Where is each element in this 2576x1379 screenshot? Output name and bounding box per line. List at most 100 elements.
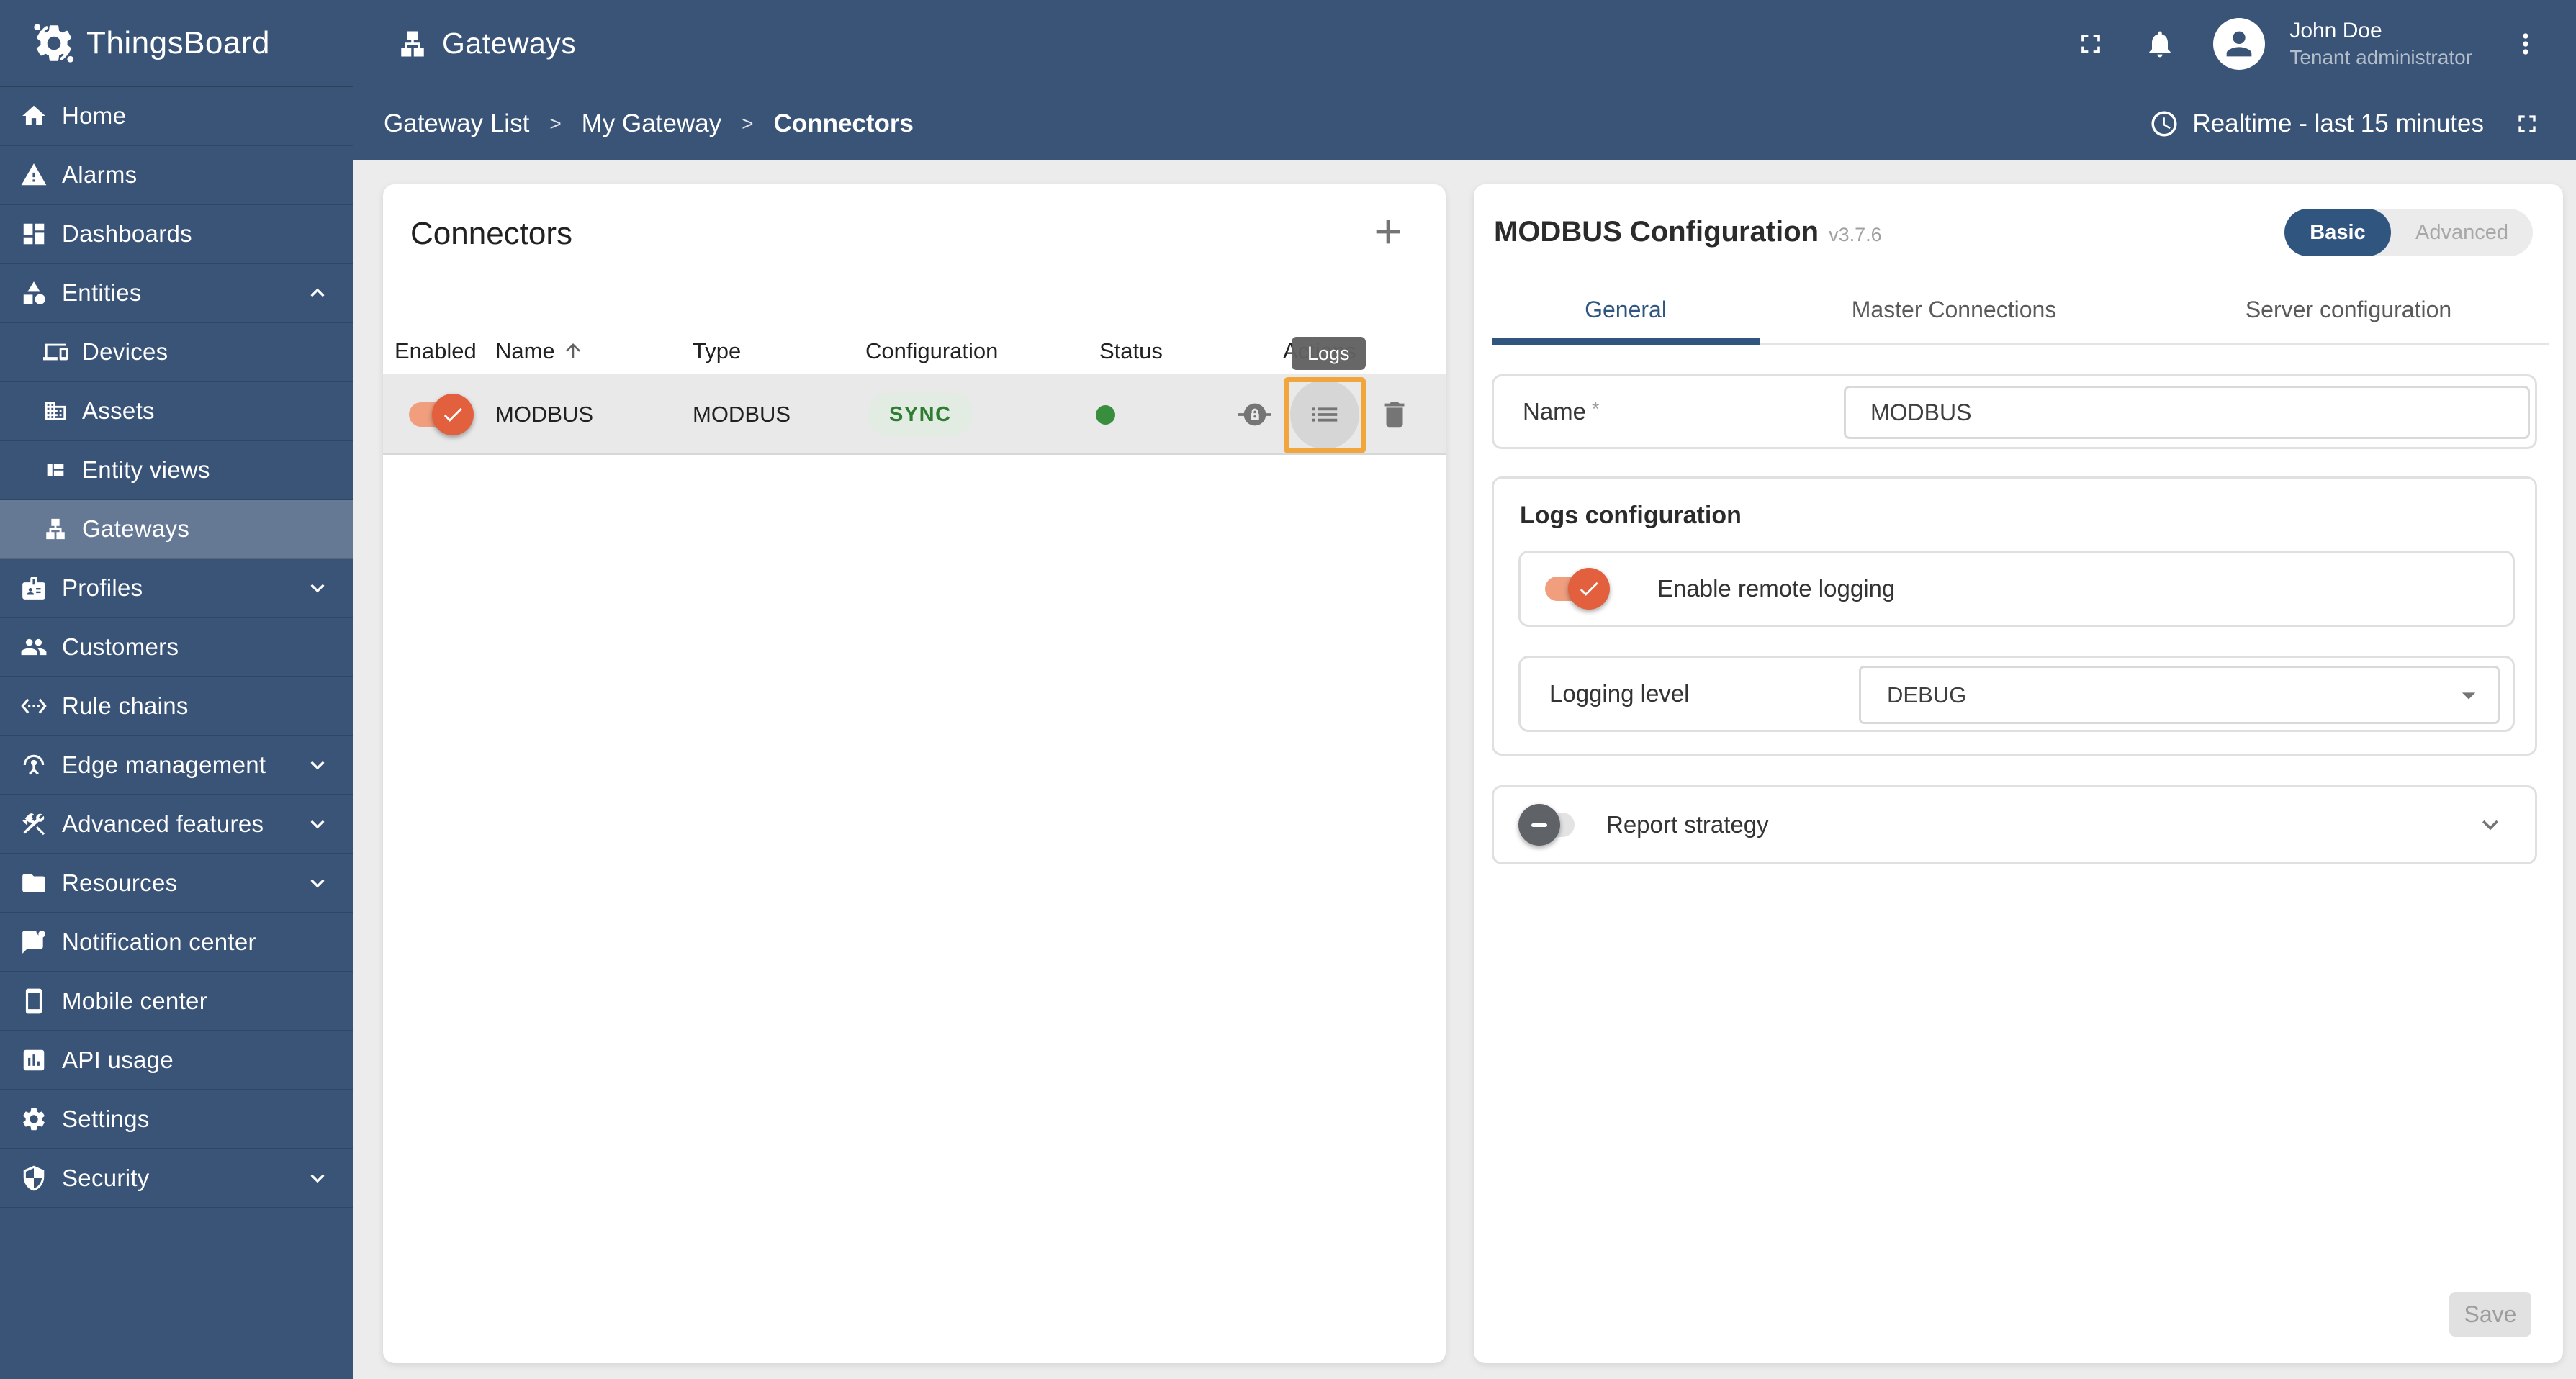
sidebar-item-customers[interactable]: Customers [0, 618, 353, 677]
notification-center-icon [20, 928, 48, 956]
rule-chains-icon [20, 692, 48, 720]
config-tabs: General Master Connections Server config… [1492, 276, 2549, 345]
tab-general[interactable]: General [1492, 276, 1760, 345]
breadcrumb: Gateway List > My Gateway > Connectors [384, 109, 914, 138]
trash-icon [1384, 402, 1405, 428]
save-button[interactable]: Save [2449, 1292, 2531, 1337]
timewindow-button[interactable]: Realtime - last 15 minutes [2149, 109, 2541, 139]
advanced-mode-button[interactable]: Advanced [2391, 209, 2533, 256]
timewindow-label: Realtime - last 15 minutes [2192, 109, 2484, 137]
logging-level-box: Logging level DEBUG [1518, 656, 2515, 732]
connectors-panel: Connectors Enabled Name Type Configurati… [383, 184, 1446, 1363]
sidebar-item-devices[interactable]: Devices [0, 323, 353, 382]
entities-icon [20, 279, 48, 307]
sidebar-item-security[interactable]: Security [0, 1149, 353, 1208]
sidebar-item-advanced-features[interactable]: Advanced features [0, 795, 353, 854]
page-title: Gateways [397, 27, 576, 60]
sidebar-item-entities[interactable]: Entities [0, 264, 353, 323]
chevron-up-icon [304, 279, 331, 307]
add-connector-button[interactable] [1368, 212, 1408, 252]
sidebar-item-settings[interactable]: Settings [0, 1090, 353, 1149]
remote-logging-toggle[interactable] [1545, 568, 1610, 610]
check-icon [432, 394, 474, 435]
more-vert-icon[interactable] [2510, 28, 2541, 60]
sidebar-item-mobile-center[interactable]: Mobile center [0, 972, 353, 1031]
connectors-title: Connectors [410, 216, 573, 251]
logs-configuration-title: Logs configuration [1520, 502, 1742, 529]
sidebar-item-resources[interactable]: Resources [0, 854, 353, 913]
tab-server-configuration[interactable]: Server configuration [2148, 276, 2549, 343]
sidebar-item-dashboards[interactable]: Dashboards [0, 205, 353, 264]
report-strategy-group[interactable]: Report strategy [1492, 785, 2537, 864]
gateways-icon [43, 517, 68, 541]
breadcrumb-my-gateway[interactable]: My Gateway [582, 109, 722, 138]
sidebar-item-api-usage[interactable]: API usage [0, 1031, 353, 1090]
remote-logging-label: Enable remote logging [1657, 575, 1896, 602]
gateways-icon [397, 29, 428, 59]
required-marker: * [1592, 398, 1600, 420]
brand[interactable]: ThingsBoard [0, 0, 353, 87]
breadcrumb-separator: > [742, 112, 754, 135]
delete-button[interactable] [1360, 374, 1429, 455]
expand-icon[interactable] [2513, 109, 2541, 138]
name-input[interactable]: MODBUS [1844, 386, 2530, 439]
table-row[interactable]: MODBUS MODBUS SYNC [383, 374, 1446, 455]
fullscreen-icon[interactable] [2075, 28, 2107, 60]
name-field-group: Name * MODBUS [1492, 374, 2537, 449]
column-status: Status [1099, 338, 1163, 363]
topbar: Gateways John Doe Tenant administrator G… [353, 0, 2576, 160]
sidebar-nav: Home Alarms Dashboards Entities Devices … [0, 87, 353, 1208]
breadcrumb-connectors[interactable]: Connectors [774, 109, 914, 138]
rpc-icon [1238, 403, 1271, 426]
mobile-center-icon [20, 987, 48, 1015]
panel-title: MODBUS Configuration [1494, 216, 1819, 248]
sort-arrow-up-icon [562, 340, 584, 361]
clock-icon [2149, 109, 2179, 139]
sidebar-item-profiles[interactable]: Profiles [0, 559, 353, 618]
devices-icon [43, 340, 68, 364]
user-menu[interactable]: John Doe Tenant administrator [2289, 17, 2472, 71]
connector-enabled-toggle[interactable] [409, 394, 474, 435]
basic-mode-button[interactable]: Basic [2284, 209, 2391, 256]
enable-remote-logging-box: Enable remote logging [1518, 551, 2515, 627]
entity-views-icon [43, 458, 68, 482]
dashboards-icon [20, 220, 48, 248]
rpc-button[interactable] [1220, 374, 1289, 455]
avatar[interactable] [2213, 17, 2266, 70]
name-label: Name [1523, 398, 1587, 425]
column-type: Type [693, 338, 742, 363]
table-header: Enabled Name Type Configuration Status A… [383, 338, 1446, 374]
sidebar-item-edge-management[interactable]: Edge management [0, 736, 353, 795]
shield-icon [20, 1165, 48, 1192]
connector-name: MODBUS [495, 402, 594, 427]
breadcrumb-gateway-list[interactable]: Gateway List [384, 109, 529, 138]
tab-master-connections[interactable]: Master Connections [1760, 276, 2148, 343]
dash-icon [1518, 804, 1560, 846]
panel-version: v3.7.6 [1829, 224, 1882, 245]
sidebar-item-gateways[interactable]: Gateways [0, 500, 353, 559]
notifications-bell-icon[interactable] [2144, 28, 2176, 60]
sidebar-item-rule-chains[interactable]: Rule chains [0, 677, 353, 736]
chevron-down-icon [304, 574, 331, 602]
logs-configuration-group: Logs configuration Enable remote logging… [1492, 476, 2537, 756]
connector-type: MODBUS [693, 402, 791, 427]
sidebar-item-notification-center[interactable]: Notification center [0, 913, 353, 972]
logs-button[interactable] [1290, 374, 1359, 455]
column-enabled: Enabled [395, 338, 477, 363]
sidebar-item-home[interactable]: Home [0, 87, 353, 146]
gear-icon [20, 1106, 48, 1133]
list-icon [1312, 407, 1338, 422]
column-name[interactable]: Name [495, 338, 584, 364]
chevron-down-icon [2474, 809, 2506, 841]
sidebar-item-alarms[interactable]: Alarms [0, 146, 353, 205]
chevron-down-icon [304, 1165, 331, 1192]
configuration-sync-badge: SYNC [868, 393, 973, 436]
sidebar: ThingsBoard Home Alarms Dashboards Entit… [0, 0, 353, 1379]
logging-level-select[interactable]: DEBUG [1859, 666, 2500, 724]
advanced-features-icon [20, 810, 48, 838]
column-configuration: Configuration [865, 338, 999, 363]
report-strategy-toggle[interactable] [1518, 804, 1583, 846]
modbus-configuration-panel: MODBUS Configuration v3.7.6 Basic Advanc… [1474, 184, 2563, 1363]
sidebar-item-entity-views[interactable]: Entity views [0, 441, 353, 500]
sidebar-item-assets[interactable]: Assets [0, 382, 353, 441]
